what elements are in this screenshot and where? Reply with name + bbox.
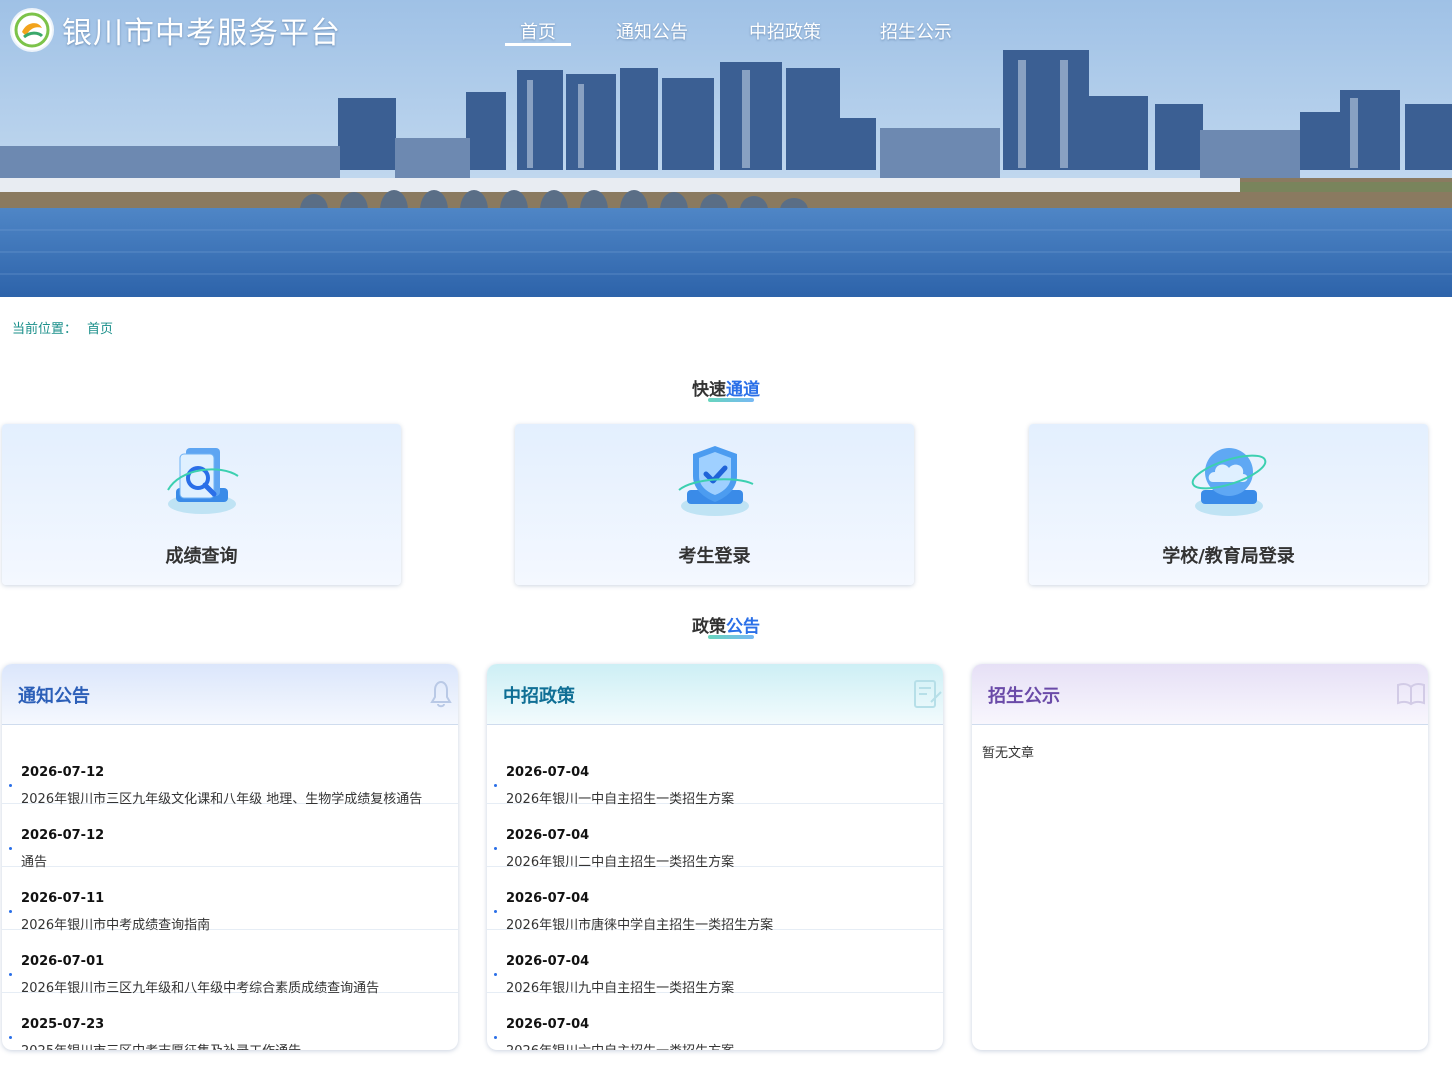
list-item[interactable]: 2026-07-04 2026年银川六中自主招生一类招生方案 — [487, 993, 943, 1050]
policy-list: 2026-07-04 2026年银川一中自主招生一类招生方案 2026-07-0… — [487, 725, 943, 1050]
site-logo[interactable] — [12, 10, 52, 50]
logo-emblem-icon — [14, 12, 50, 48]
bullet-dot — [9, 784, 12, 787]
item-date: 2026-07-04 — [506, 828, 590, 843]
bullet-dot — [494, 1036, 497, 1039]
notice-panel-title[interactable]: 通知公告 — [18, 682, 90, 708]
bullet-dot — [494, 784, 497, 787]
item-date: 2026-07-12 — [21, 828, 105, 843]
list-item[interactable]: 2026-07-12 2026年银川市三区九年级文化课和八年级 地理、生物学成绩… — [2, 741, 458, 807]
item-date: 2026-07-11 — [21, 891, 105, 906]
quick-access-heading-highlight: 通道 — [708, 375, 760, 402]
site-title: 银川市中考服务平台 — [62, 16, 341, 51]
cloud-icon — [1191, 448, 1267, 516]
list-item[interactable]: 2025-07-23 2025年银川市三区中考志愿征集及补录工作通告 — [2, 993, 458, 1050]
policy-panel: 中招政策 2026-07-04 2026年银川一中自主招生一类招生方案 2026… — [487, 664, 943, 1050]
list-item[interactable]: 2026-07-01 2026年银川市三区九年级和八年级中考综合素质成绩查询通告 — [2, 930, 458, 996]
bullet-dot — [494, 910, 497, 913]
nav-active-indicator — [505, 43, 571, 46]
quick-card-label: 成绩查询 — [165, 546, 238, 567]
shield-check-icon — [678, 446, 754, 516]
empty-state-text: 暂无文章 — [982, 746, 1035, 761]
breadcrumb-home-link[interactable]: 首页 — [87, 322, 113, 337]
item-title[interactable]: 2026年银川六中自主招生一类招生方案 — [506, 1040, 734, 1050]
enroll-panel: 招生公示 暂无文章 — [972, 664, 1428, 1050]
quick-card-score-query[interactable]: 成绩查询 — [2, 424, 401, 585]
document-edit-icon — [914, 680, 942, 708]
item-date: 2026-07-04 — [506, 765, 590, 780]
list-item[interactable]: 2026-07-04 2026年银川九中自主招生一类招生方案 — [487, 930, 943, 996]
policy-panel-title[interactable]: 中招政策 — [503, 682, 575, 708]
item-date: 2025-07-23 — [21, 1017, 105, 1032]
nav-home[interactable]: 首页 — [520, 18, 556, 44]
notice-panel: 通知公告 2026-07-12 2026年银川市三区九年级文化课和八年级 地理、… — [2, 664, 458, 1050]
item-date: 2026-07-04 — [506, 954, 590, 969]
notice-panel-header: 通知公告 — [2, 664, 458, 725]
list-item[interactable]: 2026-07-04 2026年银川一中自主招生一类招生方案 — [487, 741, 943, 807]
quick-card-student-login[interactable]: 考生登录 — [515, 424, 914, 585]
item-title[interactable]: 2025年银川市三区中考志愿征集及补录工作通告 — [21, 1040, 301, 1050]
quick-card-label: 学校/教育局登录 — [1162, 546, 1295, 567]
bullet-dot — [9, 847, 12, 850]
score-search-icon — [167, 448, 239, 514]
bullet-dot — [494, 973, 497, 976]
list-item[interactable]: 2026-07-04 2026年银川市唐徕中学自主招生一类招生方案 — [487, 867, 943, 933]
nav-enrollment[interactable]: 招生公示 — [880, 18, 952, 44]
quick-access-heading-prefix: 快速 — [692, 380, 726, 400]
policy-heading: 政策公告 — [0, 612, 1452, 639]
breadcrumb: 当前位置： 首页 — [12, 318, 123, 337]
enroll-panel-title[interactable]: 招生公示 — [988, 682, 1060, 708]
bullet-dot — [494, 847, 497, 850]
book-icon — [1397, 682, 1425, 706]
quick-access-heading: 快速通道 — [0, 375, 1452, 402]
list-item[interactable]: 2026-07-12 通告 — [2, 804, 458, 870]
list-item[interactable]: 2026-07-04 2026年银川二中自主招生一类招生方案 — [487, 804, 943, 870]
bell-icon — [430, 680, 452, 708]
policy-heading-highlight: 公告 — [708, 612, 760, 639]
notice-list: 2026-07-12 2026年银川市三区九年级文化课和八年级 地理、生物学成绩… — [2, 725, 458, 1050]
header-banner: 银川市中考服务平台 首页 通知公告 中招政策 招生公示 — [0, 0, 1452, 297]
policy-heading-prefix: 政策 — [692, 617, 726, 637]
bullet-dot — [9, 1036, 12, 1039]
quick-card-label: 考生登录 — [678, 546, 751, 567]
bullet-dot — [9, 910, 12, 913]
list-item[interactable]: 2026-07-11 2026年银川市中考成绩查询指南 — [2, 867, 458, 933]
enroll-panel-header: 招生公示 — [972, 664, 1428, 725]
policy-panel-header: 中招政策 — [487, 664, 943, 725]
quick-card-school-login[interactable]: 学校/教育局登录 — [1029, 424, 1428, 585]
nav-policy[interactable]: 中招政策 — [749, 18, 821, 44]
nav-notices[interactable]: 通知公告 — [616, 18, 688, 44]
item-date: 2026-07-04 — [506, 891, 590, 906]
bullet-dot — [9, 973, 12, 976]
item-date: 2026-07-12 — [21, 765, 105, 780]
item-date: 2026-07-01 — [21, 954, 105, 969]
breadcrumb-label: 当前位置： — [12, 322, 78, 337]
item-date: 2026-07-04 — [506, 1017, 590, 1032]
